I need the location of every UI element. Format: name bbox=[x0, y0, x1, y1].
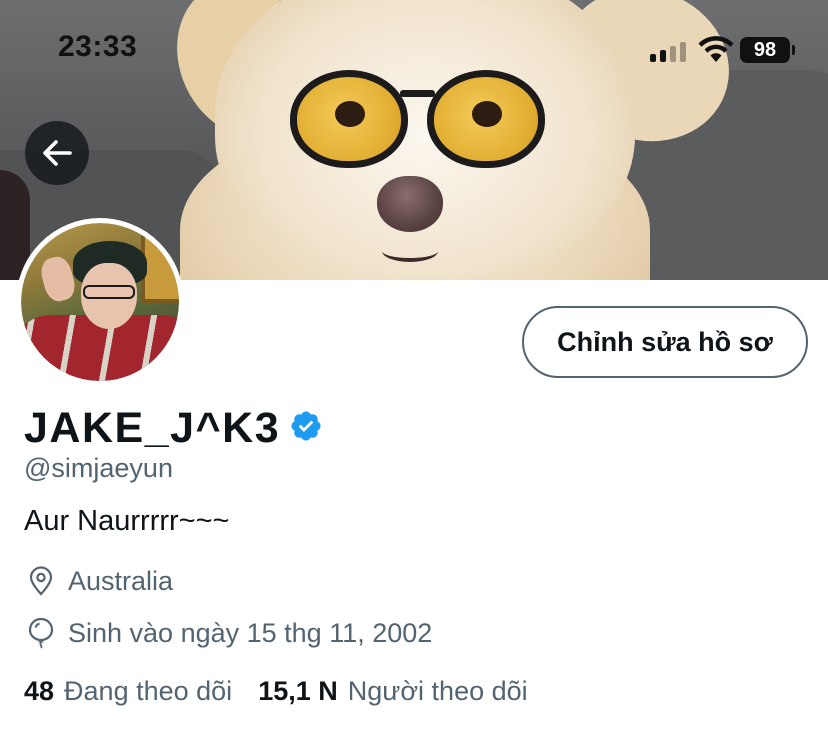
profile-bio: Aur Naurrrrr~~~ bbox=[24, 505, 230, 537]
location-text: Australia bbox=[68, 565, 174, 596]
profile-avatar[interactable] bbox=[16, 218, 184, 386]
following-link[interactable]: 48 Đang theo dõi bbox=[24, 676, 232, 707]
profile-display-name: JAKE_J^K3 bbox=[24, 404, 281, 452]
sunglasses-lens-right bbox=[427, 70, 545, 168]
followers-label: Người theo dõi bbox=[347, 676, 528, 706]
location-pin-icon bbox=[24, 564, 58, 598]
followers-count: 15,1 N bbox=[258, 676, 338, 706]
back-button[interactable] bbox=[25, 121, 89, 185]
sunglasses-bridge bbox=[400, 90, 435, 97]
verified-badge-icon[interactable] bbox=[289, 409, 323, 443]
cellular-signal-icon bbox=[650, 40, 692, 62]
profile-handle: @simjaeyun bbox=[24, 453, 173, 483]
wifi-icon bbox=[698, 36, 734, 62]
dog-sunglasses bbox=[290, 70, 545, 180]
dog-nose bbox=[377, 176, 443, 232]
following-label: Đang theo dõi bbox=[64, 676, 233, 706]
edit-profile-button[interactable]: Chỉnh sửa hồ sơ bbox=[522, 306, 808, 378]
avatar-photo bbox=[21, 223, 179, 381]
status-bar-time: 23:33 bbox=[58, 30, 138, 63]
follow-stats: 48 Đang theo dõi 15,1 N Người theo dõi bbox=[24, 676, 528, 707]
following-count: 48 bbox=[24, 676, 55, 706]
arrow-left-icon bbox=[43, 140, 72, 166]
dog-mouth bbox=[382, 240, 438, 262]
balloon-icon bbox=[24, 616, 58, 650]
followers-link[interactable]: 15,1 N Người theo dõi bbox=[258, 676, 527, 707]
profile-location: Australia bbox=[24, 564, 173, 598]
birth-date-text: Sinh vào ngày 15 thg 11, 2002 bbox=[68, 617, 433, 648]
profile-birth-date: Sinh vào ngày 15 thg 11, 2002 bbox=[24, 616, 432, 650]
sunglasses-lens-left bbox=[290, 70, 408, 168]
battery-icon: 98 bbox=[740, 37, 795, 63]
